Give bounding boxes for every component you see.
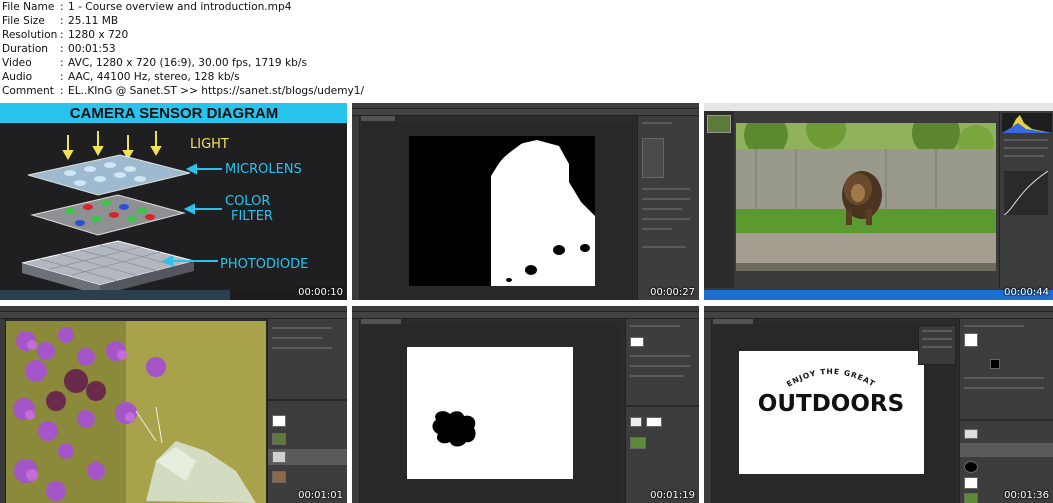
headline: OUTDOORS [758, 391, 904, 417]
ps-properties-panel [637, 116, 699, 300]
info-separator: : [60, 57, 64, 69]
info-separator: : [60, 43, 64, 55]
label-photodiode: PHOTODIODE [220, 257, 308, 272]
info-separator: : [60, 85, 64, 97]
info-row: Duration:00:01:53 [2, 42, 1053, 56]
diagram-title: CAMERA SENSOR DIAGRAM [70, 105, 279, 122]
info-row: Resolution:1280 x 720 [2, 28, 1053, 42]
label-filter: FILTER [231, 209, 273, 224]
label-color: COLOR [225, 194, 270, 209]
info-key: Comment [2, 85, 54, 97]
info-row: File Name:1 - Course overview and introd… [2, 0, 1053, 14]
timestamp: 00:00:27 [650, 287, 695, 298]
flower-butterfly-photo [6, 321, 266, 503]
info-value: 1280 x 720 [68, 29, 129, 41]
info-value: 25.11 MB [68, 15, 119, 27]
info-value: EL..KInG @ Sanet.ST >> https://sanet.st/… [68, 85, 365, 97]
thumbnail-3[interactable]: 00:00:44 [704, 103, 1053, 300]
info-separator: : [60, 15, 64, 27]
ps-toolbar [352, 116, 360, 300]
svg-text:ENJOY THE GREAT: ENJOY THE GREAT [785, 367, 877, 389]
info-key: Video [2, 57, 32, 69]
black-blob-shape [432, 411, 476, 447]
thumbnail-4[interactable]: 00:01:01 [0, 306, 347, 503]
info-separator: : [60, 71, 64, 83]
thumbnail-1[interactable]: CAMERA SENSOR DIAGRAM LIGHT MICROLENS CO… [0, 103, 347, 300]
info-value: 1 - Course overview and introduction.mp4 [68, 1, 292, 13]
info-separator: : [60, 29, 64, 41]
info-value: 00:01:53 [68, 43, 116, 55]
thumbnail-grid: CAMERA SENSOR DIAGRAM LIGHT MICROLENS CO… [0, 103, 1053, 503]
info-row: File Size:25.11 MB [2, 14, 1053, 28]
thumbnail-2[interactable]: 00:00:27 [352, 103, 699, 300]
info-separator: : [60, 1, 64, 13]
label-light: LIGHT [190, 137, 229, 152]
info-key: File Name [2, 1, 55, 13]
lion-photo [736, 123, 996, 271]
info-value: AAC, 44100 Hz, stereo, 128 kb/s [68, 71, 240, 83]
timestamp: 00:00:44 [1004, 287, 1049, 298]
timestamp: 00:00:10 [298, 287, 343, 298]
label-microlens: MICROLENS [225, 162, 302, 177]
ps-options-bar [352, 109, 699, 116]
layer-mask-canvas [409, 136, 595, 286]
light-arrows [62, 131, 162, 161]
arc-text: ENJOY THE GREAT [785, 367, 876, 389]
info-row: Audio: AAC, 44100 Hz, stereo, 128 kb/s [2, 70, 1053, 84]
timestamp: 00:01:36 [1004, 490, 1049, 501]
tone-curve [1004, 171, 1048, 215]
thumbnail-6[interactable]: ENJOY THE GREAT OUTDOORS 00:01:36 [704, 306, 1053, 503]
info-key: Audio [2, 71, 33, 83]
camera-sensor-diagram: CAMERA SENSOR DIAGRAM LIGHT MICROLENS CO… [0, 103, 347, 300]
outdoors-typography: ENJOY THE GREAT OUTDOORS [758, 367, 904, 417]
info-key: File Size [2, 15, 45, 27]
info-key: Resolution [2, 29, 58, 41]
info-key: Duration [2, 43, 49, 55]
media-info-header: File Name:1 - Course overview and introd… [0, 0, 1053, 103]
timestamp: 00:01:19 [650, 490, 695, 501]
thumbnail-5[interactable]: 00:01:19 [352, 306, 699, 503]
info-row: Video: AVC, 1280 x 720 (16:9), 30.00 fps,… [2, 56, 1053, 70]
histogram [1002, 113, 1052, 133]
timestamp: 00:01:01 [298, 490, 343, 501]
info-row: Comment: EL..KInG @ Sanet.ST >> https://s… [2, 84, 1053, 98]
info-value: AVC, 1280 x 720 (16:9), 30.00 fps, 1719 … [68, 57, 307, 69]
